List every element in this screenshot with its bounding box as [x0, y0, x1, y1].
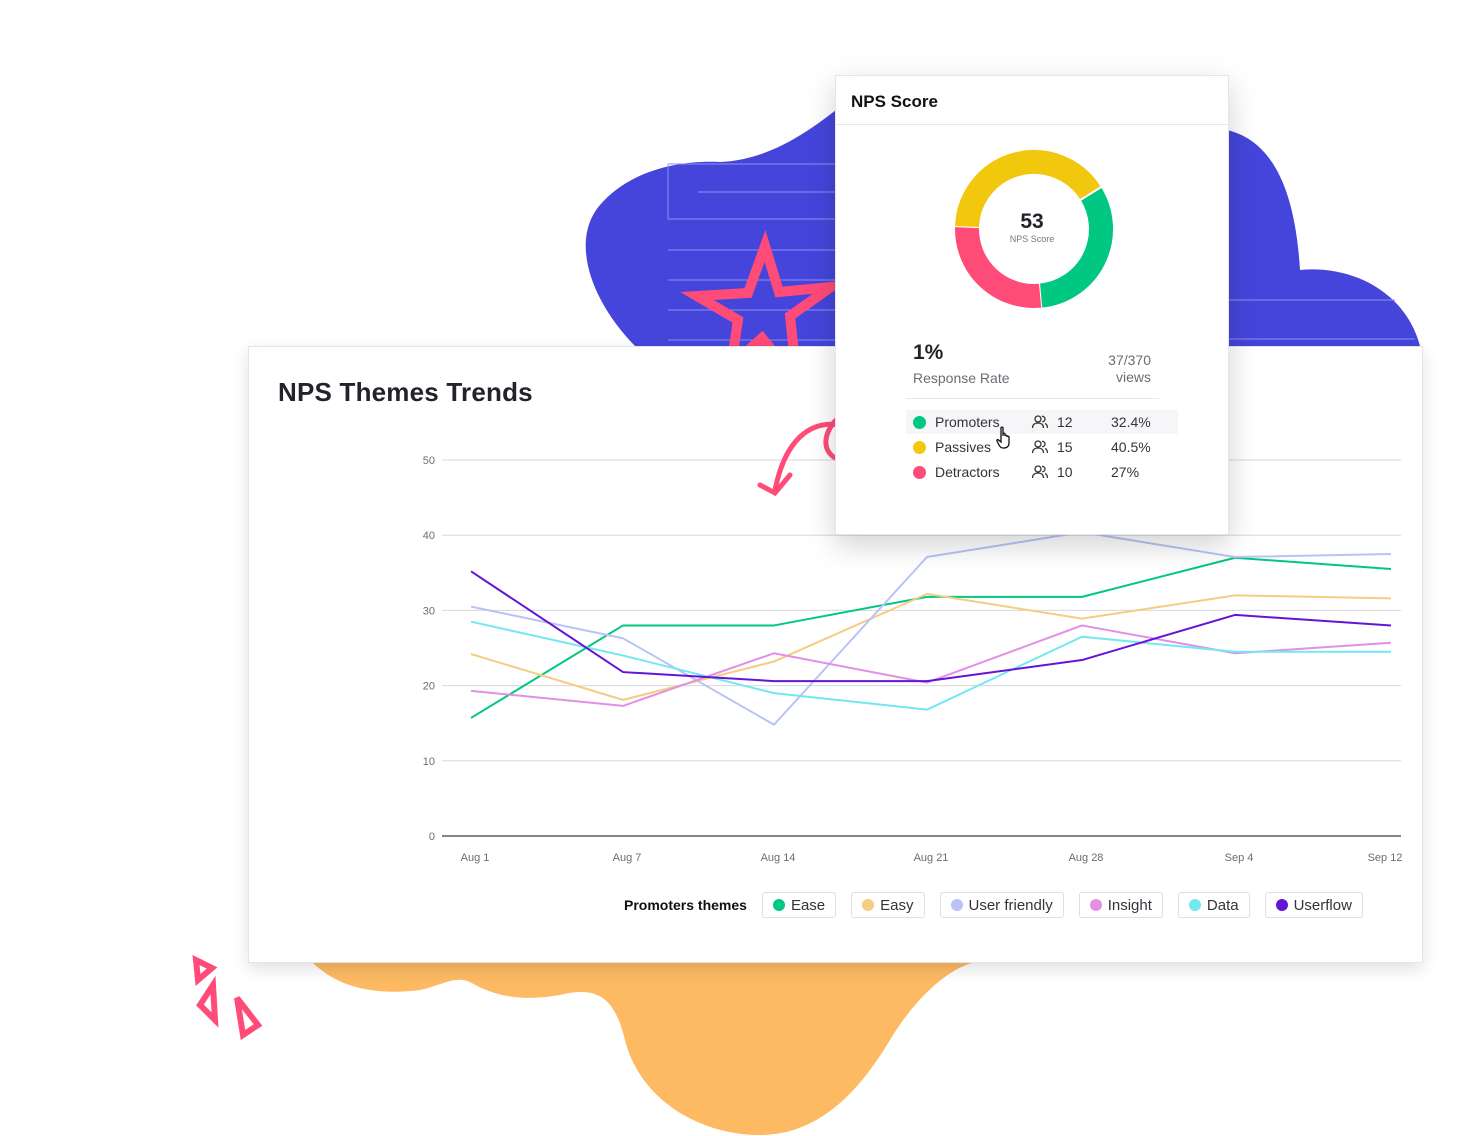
orange-blob [312, 961, 983, 1135]
y-tick-label: 50 [423, 455, 435, 467]
divider [906, 398, 1159, 399]
series-line-ease[interactable] [470, 556, 1392, 719]
users-icon [1031, 415, 1049, 429]
legend-chip-user-friendly[interactable]: User friendly [939, 892, 1064, 918]
nps-row-count: 15 [1057, 439, 1073, 455]
y-tick-label: 20 [423, 681, 435, 693]
x-tick-label: Aug 1 [461, 852, 490, 864]
legend-chip-insight[interactable]: Insight [1078, 892, 1163, 918]
hand-cursor-icon [996, 426, 1010, 449]
legend-label: Easy [880, 896, 914, 914]
nps-score-card: NPS Score 53 NPS Score 1% Response Rate … [835, 75, 1229, 535]
legend-dot-icon [1275, 899, 1288, 911]
divider [836, 124, 1228, 125]
x-tick-label: Sep 4 [1225, 852, 1254, 864]
legend-dot-icon [862, 899, 875, 911]
nps-row-name: Passives [935, 439, 992, 455]
y-tick-label: 40 [423, 530, 435, 542]
users-icon [1031, 440, 1049, 454]
response-rate-value: 1% [913, 341, 944, 364]
status-dot-icon [913, 440, 926, 454]
nps-score-value: 53 [1020, 210, 1044, 233]
y-tick-label: 10 [423, 756, 435, 768]
nps-row-detractors[interactable]: Detractors 10 27% [906, 460, 1178, 484]
views-count: 37/370 views [1108, 352, 1151, 386]
nps-row-percent: 40.5% [1111, 439, 1151, 455]
response-rate-label: Response Rate [913, 370, 1010, 386]
x-tick-label: Aug 28 [1069, 852, 1104, 864]
nps-row-percent: 32.4% [1111, 414, 1151, 430]
x-tick-label: Sep 12 [1368, 852, 1403, 864]
status-dot-icon [913, 465, 926, 479]
status-dot-icon [913, 415, 926, 429]
legend-chip-userflow[interactable]: Userflow [1264, 892, 1363, 918]
spark-scribble [192, 954, 263, 1041]
legend-label: Insight [1107, 896, 1152, 914]
nps-row-count: 12 [1057, 414, 1073, 430]
series-line-insight[interactable] [470, 624, 1392, 707]
legend-chip-easy[interactable]: Easy [851, 892, 925, 918]
nps-score-label: NPS Score [1009, 234, 1055, 244]
x-tick-label: Aug 14 [761, 852, 796, 864]
y-tick-label: 0 [429, 831, 435, 843]
legend-label: User friendly [968, 896, 1053, 914]
nps-row-name: Promoters [935, 414, 1000, 430]
nps-row-passives[interactable]: Passives 15 40.5% [906, 435, 1178, 459]
legend-label: Data [1206, 896, 1239, 914]
x-tick-label: Aug 7 [613, 852, 642, 864]
legend-dot-icon [1188, 899, 1201, 911]
chart-legend: Promoters themes Ease Easy User friendly In… [624, 892, 1378, 918]
legend-dot-icon [772, 899, 785, 911]
x-tick-label: Aug 21 [914, 852, 949, 864]
nps-row-promoters[interactable]: Promoters 12 32.4% [906, 410, 1178, 434]
legend-title: Promoters themes [624, 897, 747, 913]
y-tick-label: 30 [423, 605, 435, 617]
legend-dot-icon [1089, 899, 1102, 911]
donut-slice-promoters[interactable] [1038, 187, 1113, 308]
nps-card-title: NPS Score [851, 92, 938, 111]
legend-chip-ease[interactable]: Ease [761, 892, 837, 918]
series-line-userflow[interactable] [470, 570, 1392, 683]
users-icon [1031, 465, 1049, 479]
nps-row-name: Detractors [935, 464, 1000, 480]
legend-dot-icon [950, 899, 963, 911]
views-count-label: views [1115, 369, 1151, 385]
views-count-value: 37/370 [1108, 352, 1151, 368]
series-line-easy[interactable] [470, 592, 1392, 701]
legend-label: Userflow [1293, 896, 1352, 914]
nps-row-count: 10 [1057, 464, 1073, 480]
legend-chip-data[interactable]: Data [1177, 892, 1250, 918]
legend-label: Ease [790, 896, 826, 914]
nps-row-percent: 27% [1111, 464, 1140, 480]
